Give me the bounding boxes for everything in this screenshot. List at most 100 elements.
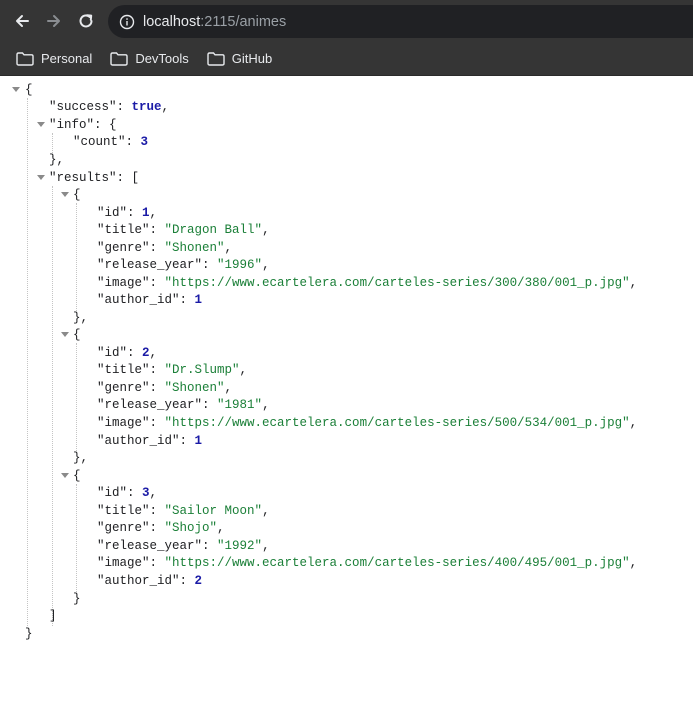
- json-key: "id": [97, 346, 128, 360]
- json-field-release-year: "release_year": "1996",: [97, 258, 270, 272]
- json-viewer: { "success": true, "info": { "count": 3 …: [0, 76, 693, 718]
- results-guide: [52, 186, 53, 626]
- json-object-close: },: [73, 311, 89, 325]
- url-host: localhost: [143, 13, 201, 30]
- json-info-open: "info": {: [49, 118, 117, 132]
- collapse-toggle-result[interactable]: [60, 189, 70, 199]
- json-number-value: 3: [142, 486, 150, 500]
- json-number-value: 3: [140, 135, 149, 149]
- json-string-value: "1996": [217, 258, 263, 272]
- json-number-value: 2: [142, 346, 150, 360]
- collapse-toggle-result[interactable]: [60, 470, 70, 480]
- json-field-genre: "genre": "Shojo",: [97, 521, 225, 535]
- json-object-open: {: [73, 328, 81, 342]
- json-key: "author_id": [97, 293, 180, 307]
- json-key: "author_id": [97, 574, 180, 588]
- json-field-id: "id": 2,: [97, 346, 158, 360]
- collapse-toggle-info[interactable]: [36, 119, 46, 129]
- address-bar[interactable]: localhost:2115/animes: [108, 5, 693, 38]
- result-2-guide: [76, 484, 77, 594]
- json-string-value: "Dr.Slump": [164, 363, 240, 377]
- json-string-value: "https://www.ecartelera.com/carteles-ser…: [164, 276, 630, 290]
- json-results-close: ]: [49, 609, 57, 623]
- json-success-line: "success": true,: [49, 100, 170, 114]
- json-object-open: {: [73, 188, 81, 202]
- json-object-close: }: [73, 592, 81, 606]
- arrow-left-icon: [16, 15, 29, 27]
- url-text: localhost:2115/animes: [143, 14, 286, 30]
- json-string-value: "Shonen": [164, 241, 225, 255]
- bookmark-github[interactable]: GitHub: [205, 46, 274, 72]
- bookmark-label: DevTools: [135, 51, 189, 66]
- result-1-guide: [76, 343, 77, 453]
- json-key: "image": [97, 556, 150, 570]
- json-key: "release_year": [97, 398, 203, 412]
- folder-icon: [110, 51, 129, 66]
- json-key: "genre": [97, 381, 150, 395]
- json-bool-value: true: [131, 100, 162, 114]
- json-field-release-year: "release_year": "1981",: [97, 398, 270, 412]
- json-string-value: "1981": [217, 398, 263, 412]
- bookmarks-bar: Personal DevTools GitHub: [0, 42, 693, 76]
- json-string-value: "Shonen": [164, 381, 225, 395]
- folder-icon: [16, 51, 34, 66]
- json-number-value: 1: [194, 293, 203, 307]
- collapse-toggle-result[interactable]: [60, 329, 70, 339]
- json-results-open: "results": [: [49, 171, 140, 185]
- json-info-close: },: [49, 153, 65, 167]
- json-field-title: "title": "Sailor Moon",: [97, 504, 270, 518]
- json-field-title: "title": "Dragon Ball",: [97, 223, 270, 237]
- json-field-author-id: "author_id": 1: [97, 434, 203, 448]
- json-string-value: "1992": [217, 539, 263, 553]
- json-key: "info": [49, 118, 95, 132]
- json-field-release-year: "release_year": "1992",: [97, 539, 270, 553]
- json-key: "release_year": [97, 258, 203, 272]
- folder-icon: [207, 51, 225, 66]
- back-button[interactable]: [9, 8, 35, 34]
- root-guide: [27, 98, 28, 626]
- browser-chrome: localhost:2115/animes Personal DevTools …: [0, 0, 693, 76]
- json-root-open: {: [25, 83, 33, 97]
- json-object-open: {: [73, 469, 81, 483]
- bookmark-label: Personal: [41, 51, 93, 66]
- json-key: "author_id": [97, 434, 180, 448]
- json-key: "release_year": [97, 539, 203, 553]
- json-object-close: },: [73, 451, 89, 465]
- json-key: "id": [97, 486, 128, 500]
- json-field-title: "title": "Dr.Slump",: [97, 363, 248, 377]
- json-field-image: "image": "https://www.ecartelera.com/car…: [97, 416, 638, 430]
- json-root-close: }: [25, 627, 33, 641]
- forward-button[interactable]: [41, 8, 67, 34]
- collapse-toggle-results[interactable]: [36, 172, 46, 182]
- url-path: :2115/animes: [200, 13, 287, 30]
- json-number-value: 1: [142, 206, 150, 220]
- json-key: "image": [97, 276, 150, 290]
- json-string-value: "https://www.ecartelera.com/carteles-ser…: [164, 416, 630, 430]
- json-field-genre: "genre": "Shonen",: [97, 241, 233, 255]
- reload-icon: [79, 14, 93, 28]
- json-field-image: "image": "https://www.ecartelera.com/car…: [97, 276, 638, 290]
- json-string-value: "Shojo": [164, 521, 218, 535]
- json-key: "title": [97, 504, 150, 518]
- json-field-author-id: "author_id": 2: [97, 574, 203, 588]
- json-string-value: "Dragon Ball": [164, 223, 263, 237]
- bookmark-label: GitHub: [231, 51, 273, 66]
- json-key: "title": [97, 363, 150, 377]
- collapse-toggle-root[interactable]: [11, 84, 21, 94]
- reload-button[interactable]: [73, 8, 99, 34]
- json-field-author-id: "author_id": 1: [97, 293, 203, 307]
- site-info-icon[interactable]: [119, 14, 135, 30]
- result-0-guide: [76, 203, 77, 313]
- json-count-line: "count": 3: [73, 135, 149, 149]
- bookmark-devtools[interactable]: DevTools: [108, 46, 190, 72]
- arrow-right-icon: [47, 15, 60, 27]
- json-key: "genre": [97, 241, 150, 255]
- json-number-value: 1: [194, 434, 203, 448]
- json-field-id: "id": 3,: [97, 486, 158, 500]
- json-key: "results": [49, 171, 117, 185]
- json-key: "id": [97, 206, 128, 220]
- json-number-value: 2: [194, 574, 203, 588]
- json-field-image: "image": "https://www.ecartelera.com/car…: [97, 556, 638, 570]
- bookmark-personal[interactable]: Personal: [14, 46, 94, 72]
- json-key: "count": [73, 135, 126, 149]
